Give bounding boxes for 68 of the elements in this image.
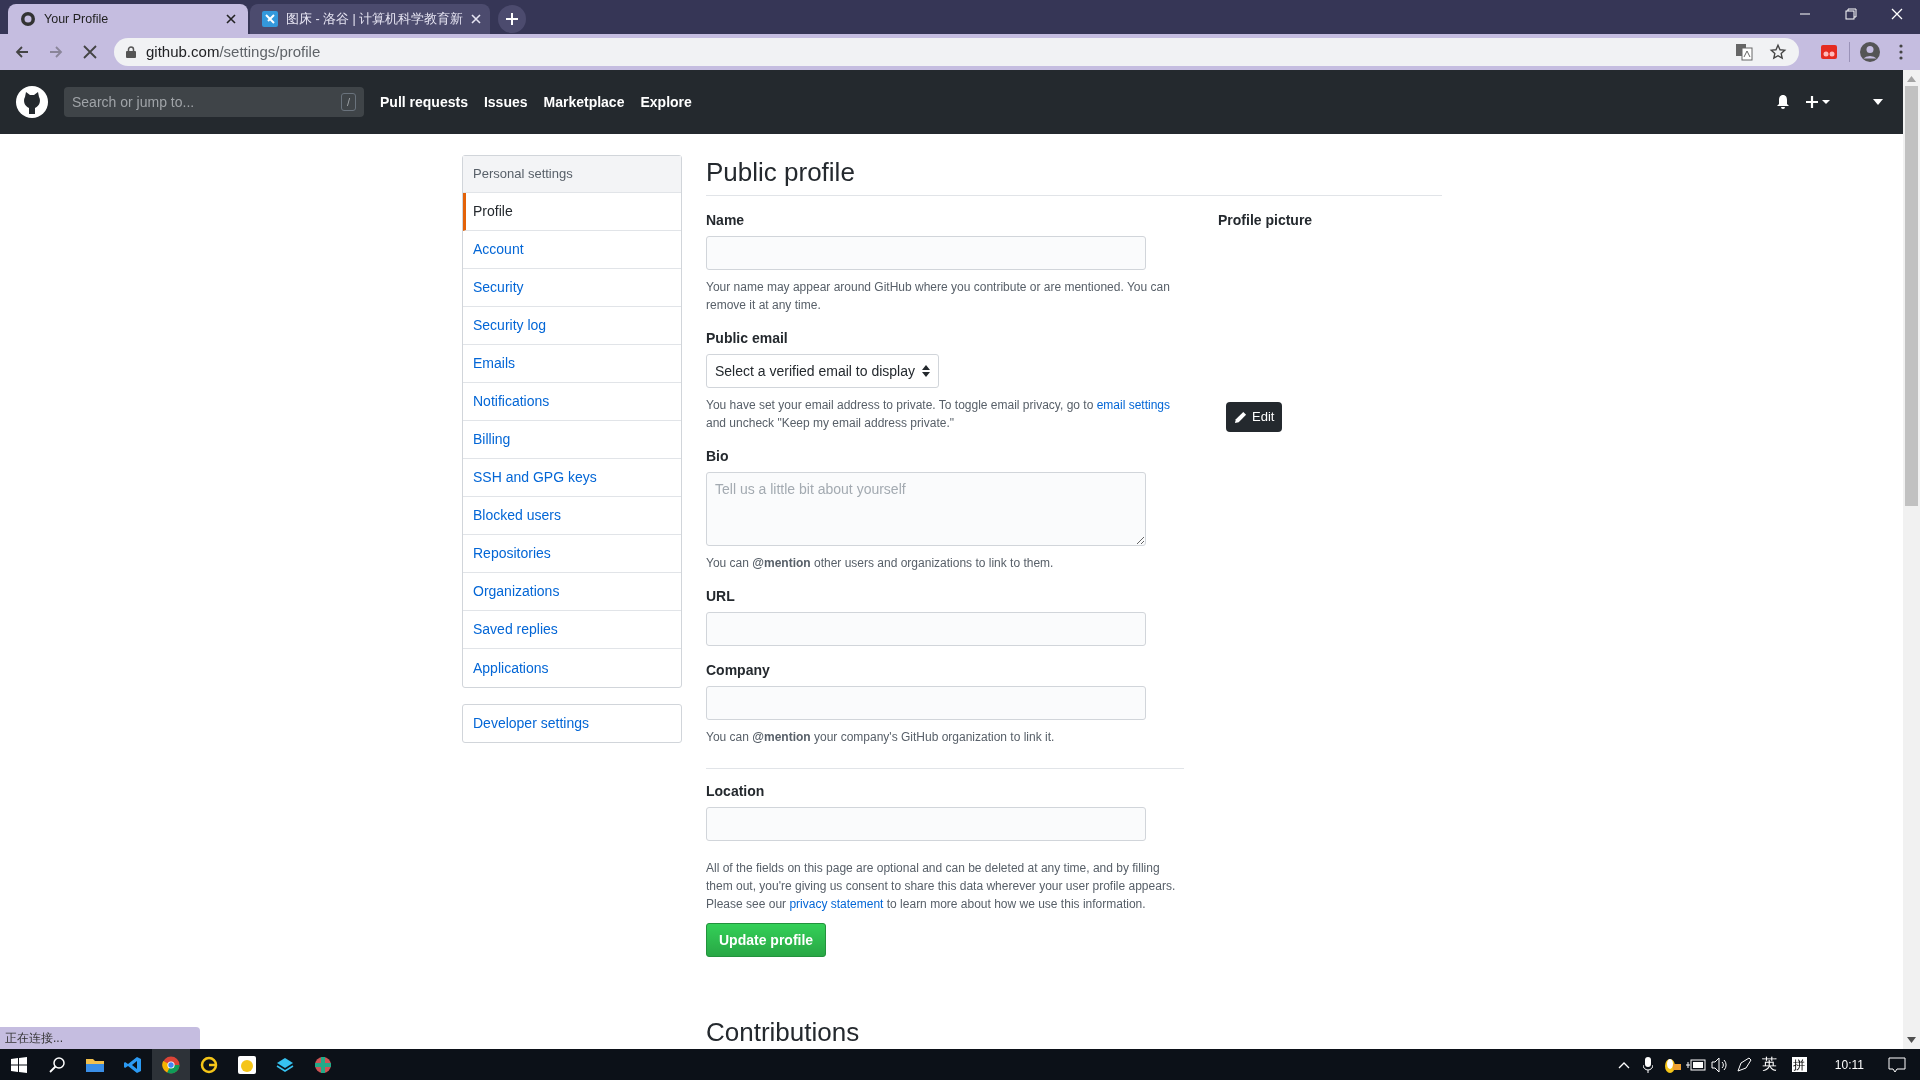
tab-title: Your Profile [44,10,110,28]
browser-tab[interactable]: Your Profile [8,4,248,34]
caret-icon[interactable] [1873,99,1883,105]
text-field[interactable] [706,612,1146,646]
menu-item[interactable]: Organizations [463,573,681,611]
field-label: URL [706,587,736,606]
tab-title: 图床 - 洛谷 | 计算机科学教育新 [286,10,464,28]
scrollbar[interactable] [1903,70,1920,1049]
lock-icon [126,46,136,58]
text-link[interactable]: email settings [1096,398,1171,412]
menu-item[interactable]: Saved replies [463,611,681,649]
clock[interactable]: 10:11 [1834,1055,1864,1074]
close-icon[interactable] [226,14,236,24]
field-label: Name [706,211,746,230]
browser-tab[interactable]: 图床 - 洛谷 | 计算机科学教育新 [250,4,490,34]
nav-link[interactable]: Explore [640,91,692,113]
ime-language[interactable]: 英 [1755,1053,1784,1076]
menu-item[interactable]: Security log [463,307,681,345]
text-field[interactable] [706,807,1146,841]
menu-item[interactable]: Notifications [463,383,681,421]
text-field[interactable] [706,686,1146,720]
shortcut-key: / [340,93,356,111]
url-text: github.com/settings/profile [146,41,321,62]
new-tab-icon[interactable] [498,5,526,33]
bio-field[interactable]: Tell us a little bit about yourself [706,472,1146,546]
email-select[interactable]: Select a verified email to display [706,354,939,388]
ime-mode[interactable]: 拼 [1791,1057,1807,1072]
menu-heading: Personal settings [463,156,681,193]
field-label: Company [706,661,771,680]
menu-item[interactable]: SSH and GPG keys [463,459,681,497]
menu-item[interactable]: Security [463,269,681,307]
logo-icon[interactable] [16,86,48,118]
bell-icon[interactable] [1775,94,1791,110]
field-label: Public email [706,329,789,348]
help-text: You can @mention your company's GitHub organization to link it. [706,729,1056,746]
help-text: All of the fields on this page are optional and can be deleted at any time, and by filling them out, you're giving us consent to share this data wherever your user profile appears. Please see our privacy statement to learn more about how we use this information. [706,860,1177,913]
menu-item[interactable]: Profile [463,193,681,231]
menu-item[interactable]: Account [463,231,681,269]
translate-icon[interactable] [1735,43,1753,61]
plus-icon[interactable] [1805,95,1831,109]
help-text: You can @mention other users and organizations to link to them. [706,555,1055,572]
text-field[interactable] [706,236,1146,270]
section-title: Public profile [706,155,1442,196]
help-text: Your name may appear around GitHub where you contribute or are mentioned. You can remove it at any time. [706,279,1171,314]
nav-link[interactable]: Pull requests [380,91,468,113]
field-label: Profile picture [1218,211,1313,230]
menu-item[interactable]: Repositories [463,535,681,573]
star-icon[interactable] [1769,43,1787,61]
menu-item[interactable]: Applications [463,649,681,687]
developer-settings-link[interactable]: Developer settings [462,704,682,743]
address-bar[interactable]: github.com/settings/profile [114,38,1799,66]
scroll-down-icon[interactable] [1907,1037,1916,1043]
status-bubble: 正在连接... [0,1027,200,1049]
text-link[interactable]: privacy statement [789,897,884,911]
nav-link[interactable]: Marketplace [543,91,625,113]
select-arrows-icon [922,365,930,377]
menu-item[interactable]: Blocked users [463,497,681,535]
edit-button[interactable]: Edit [1226,402,1283,432]
field-label: Bio [706,447,730,466]
help-text: You have set your email address to private. To toggle email privacy, go to email settings and uncheck "Keep my email address private." [706,397,1172,432]
tab-favicon-icon [20,11,36,27]
browser-icon[interactable] [152,1049,190,1080]
menu-item[interactable]: Emails [463,345,681,383]
pencil-icon [1234,410,1247,424]
tab-favicon-icon [262,11,278,27]
nav-link[interactable]: Issues [483,91,528,113]
field-label: Location [706,782,766,801]
menu-item[interactable]: Billing [463,421,681,459]
